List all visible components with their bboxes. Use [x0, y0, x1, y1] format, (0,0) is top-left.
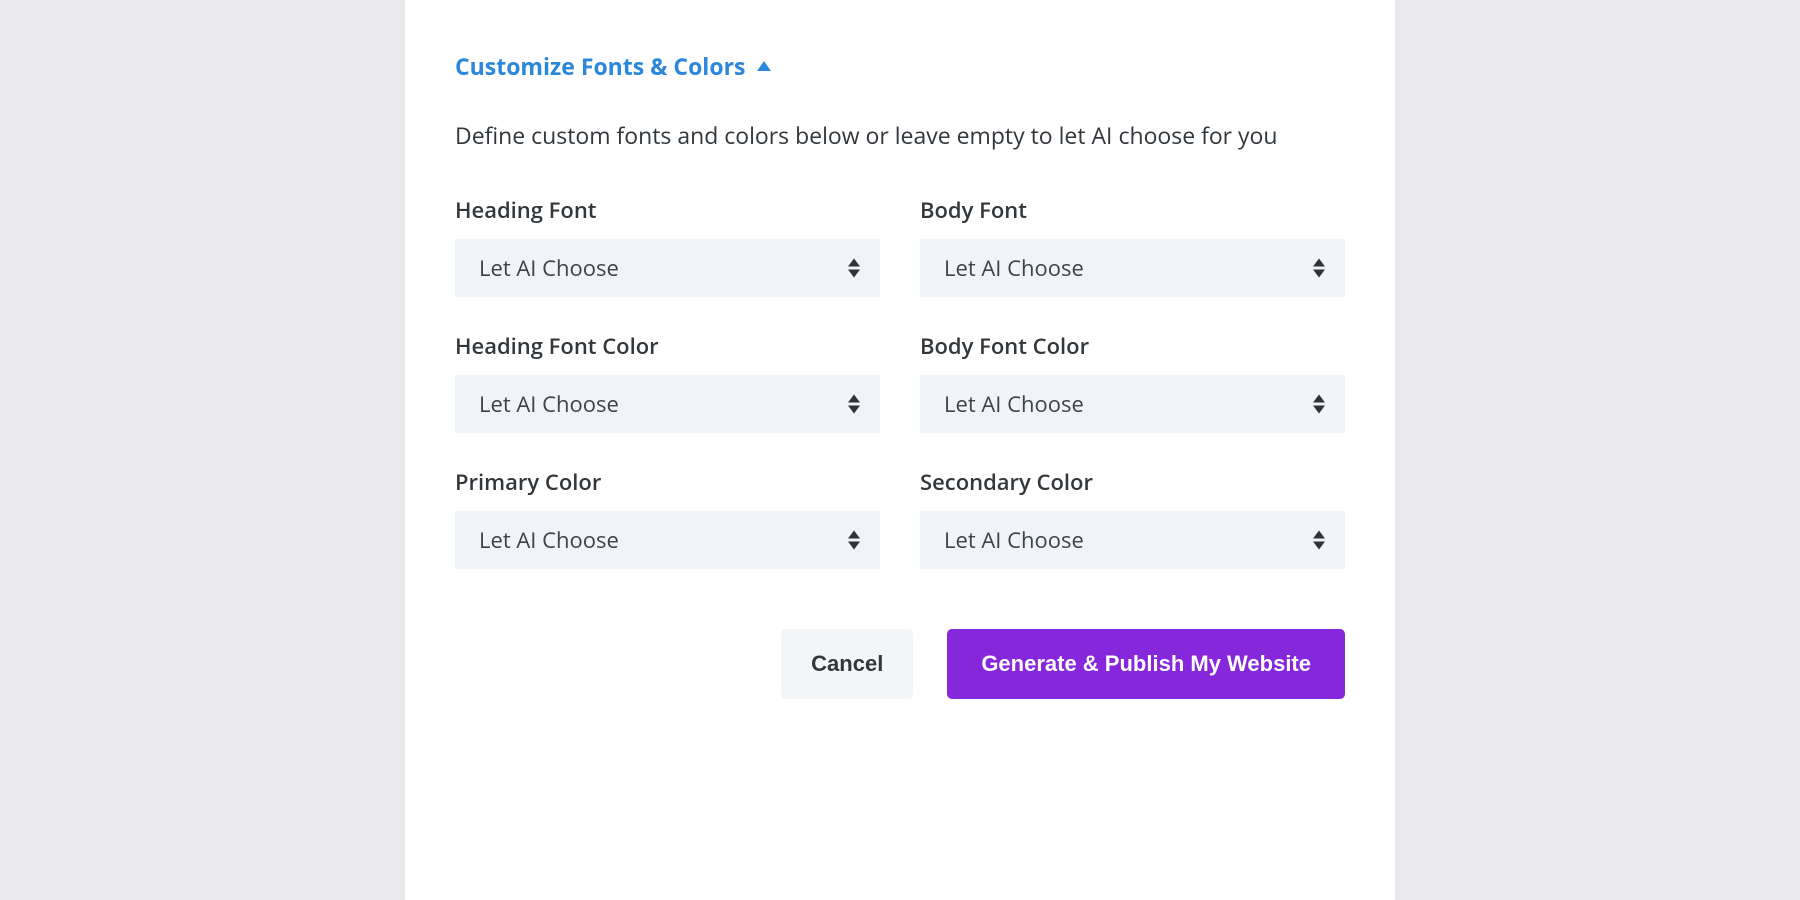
field-heading-font: Heading Font Let AI Choose [455, 195, 880, 297]
select-arrows-icon [1313, 258, 1325, 277]
select-value: Let AI Choose [944, 389, 1084, 419]
customize-fonts-colors-toggle[interactable]: Customize Fonts & Colors [455, 50, 1345, 82]
fields-grid: Heading Font Let AI Choose Body Font Let… [455, 195, 1345, 569]
select-heading-font-color[interactable]: Let AI Choose [455, 375, 880, 433]
label-primary-color: Primary Color [455, 467, 880, 497]
select-arrows-icon [848, 394, 860, 413]
cancel-button[interactable]: Cancel [781, 629, 913, 699]
select-body-font[interactable]: Let AI Choose [920, 239, 1345, 297]
select-value: Let AI Choose [479, 389, 619, 419]
field-primary-color: Primary Color Let AI Choose [455, 467, 880, 569]
select-value: Let AI Choose [479, 525, 619, 555]
select-value: Let AI Choose [944, 525, 1084, 555]
label-heading-font: Heading Font [455, 195, 880, 225]
actions-row: Cancel Generate & Publish My Website [455, 629, 1345, 699]
select-heading-font[interactable]: Let AI Choose [455, 239, 880, 297]
select-body-font-color[interactable]: Let AI Choose [920, 375, 1345, 433]
generate-publish-button[interactable]: Generate & Publish My Website [947, 629, 1345, 699]
select-value: Let AI Choose [479, 253, 619, 283]
caret-up-icon [757, 61, 771, 71]
field-body-font: Body Font Let AI Choose [920, 195, 1345, 297]
select-primary-color[interactable]: Let AI Choose [455, 511, 880, 569]
select-arrows-icon [1313, 394, 1325, 413]
field-body-font-color: Body Font Color Let AI Choose [920, 331, 1345, 433]
section-title-text: Customize Fonts & Colors [455, 50, 745, 82]
select-secondary-color[interactable]: Let AI Choose [920, 511, 1345, 569]
field-secondary-color: Secondary Color Let AI Choose [920, 467, 1345, 569]
customize-panel: Customize Fonts & Colors Define custom f… [405, 0, 1395, 900]
label-heading-font-color: Heading Font Color [455, 331, 880, 361]
select-arrows-icon [848, 258, 860, 277]
section-description: Define custom fonts and colors below or … [455, 118, 1315, 153]
select-arrows-icon [848, 530, 860, 549]
select-value: Let AI Choose [944, 253, 1084, 283]
field-heading-font-color: Heading Font Color Let AI Choose [455, 331, 880, 433]
select-arrows-icon [1313, 530, 1325, 549]
label-body-font-color: Body Font Color [920, 331, 1345, 361]
label-body-font: Body Font [920, 195, 1345, 225]
label-secondary-color: Secondary Color [920, 467, 1345, 497]
